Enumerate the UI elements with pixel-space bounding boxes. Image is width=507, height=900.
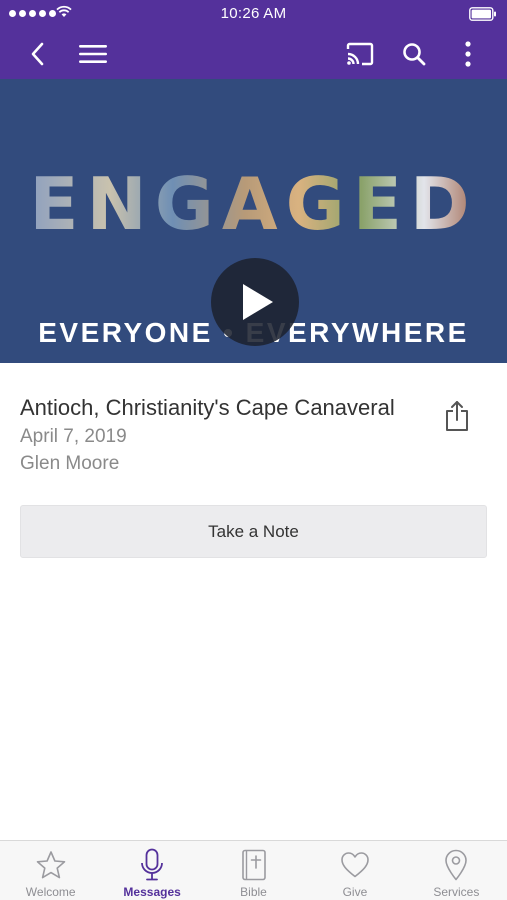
tab-label-services: Services [433,885,480,899]
tab-label-messages: Messages [123,885,181,899]
battery-icon [469,7,497,26]
tab-bar: Welcome Messages Bible Give Services [0,840,507,900]
play-button[interactable] [211,258,299,346]
message-speaker: Glen Moore [20,453,120,474]
back-icon [31,42,44,66]
share-icon [446,401,468,431]
menu-icon [79,45,107,63]
tab-label-welcome: Welcome [25,885,76,899]
tab-services[interactable]: Services [406,841,507,900]
series-artwork-title: ENGAGED [0,168,507,240]
cast-button[interactable] [342,36,378,72]
tab-welcome[interactable]: Welcome [0,841,101,900]
tab-bible[interactable]: Bible [203,841,304,900]
menu-button[interactable] [75,36,111,72]
more-options-button[interactable] [450,36,486,72]
take-note-button[interactable]: Take a Note [20,505,487,558]
status-bar: 10:26 AM [0,0,507,28]
message-date: April 7, 2019 [20,426,127,447]
tab-give[interactable]: Give [304,841,405,900]
series-title-text: ENGAGED [29,162,478,246]
message-title: Antioch, Christianity's Cape Canaveral [20,395,395,420]
share-button[interactable] [440,398,474,434]
more-icon [465,41,471,67]
bible-icon [237,848,271,882]
microphone-icon [135,848,169,882]
status-time: 10:26 AM [220,5,287,22]
tab-label-bible: Bible [240,885,267,899]
search-button[interactable] [396,36,432,72]
cast-icon [346,42,374,66]
search-icon [403,43,426,66]
location-pin-icon [439,848,473,882]
play-icon [243,284,273,320]
star-icon [34,848,68,882]
tab-label-give: Give [342,885,368,899]
heart-icon [338,848,372,882]
app-bar [0,28,507,79]
tab-messages[interactable]: Messages [101,841,202,900]
back-button[interactable] [20,36,56,72]
video-player[interactable]: ENGAGED EVERYONE • EVERYWHERE [0,79,507,363]
